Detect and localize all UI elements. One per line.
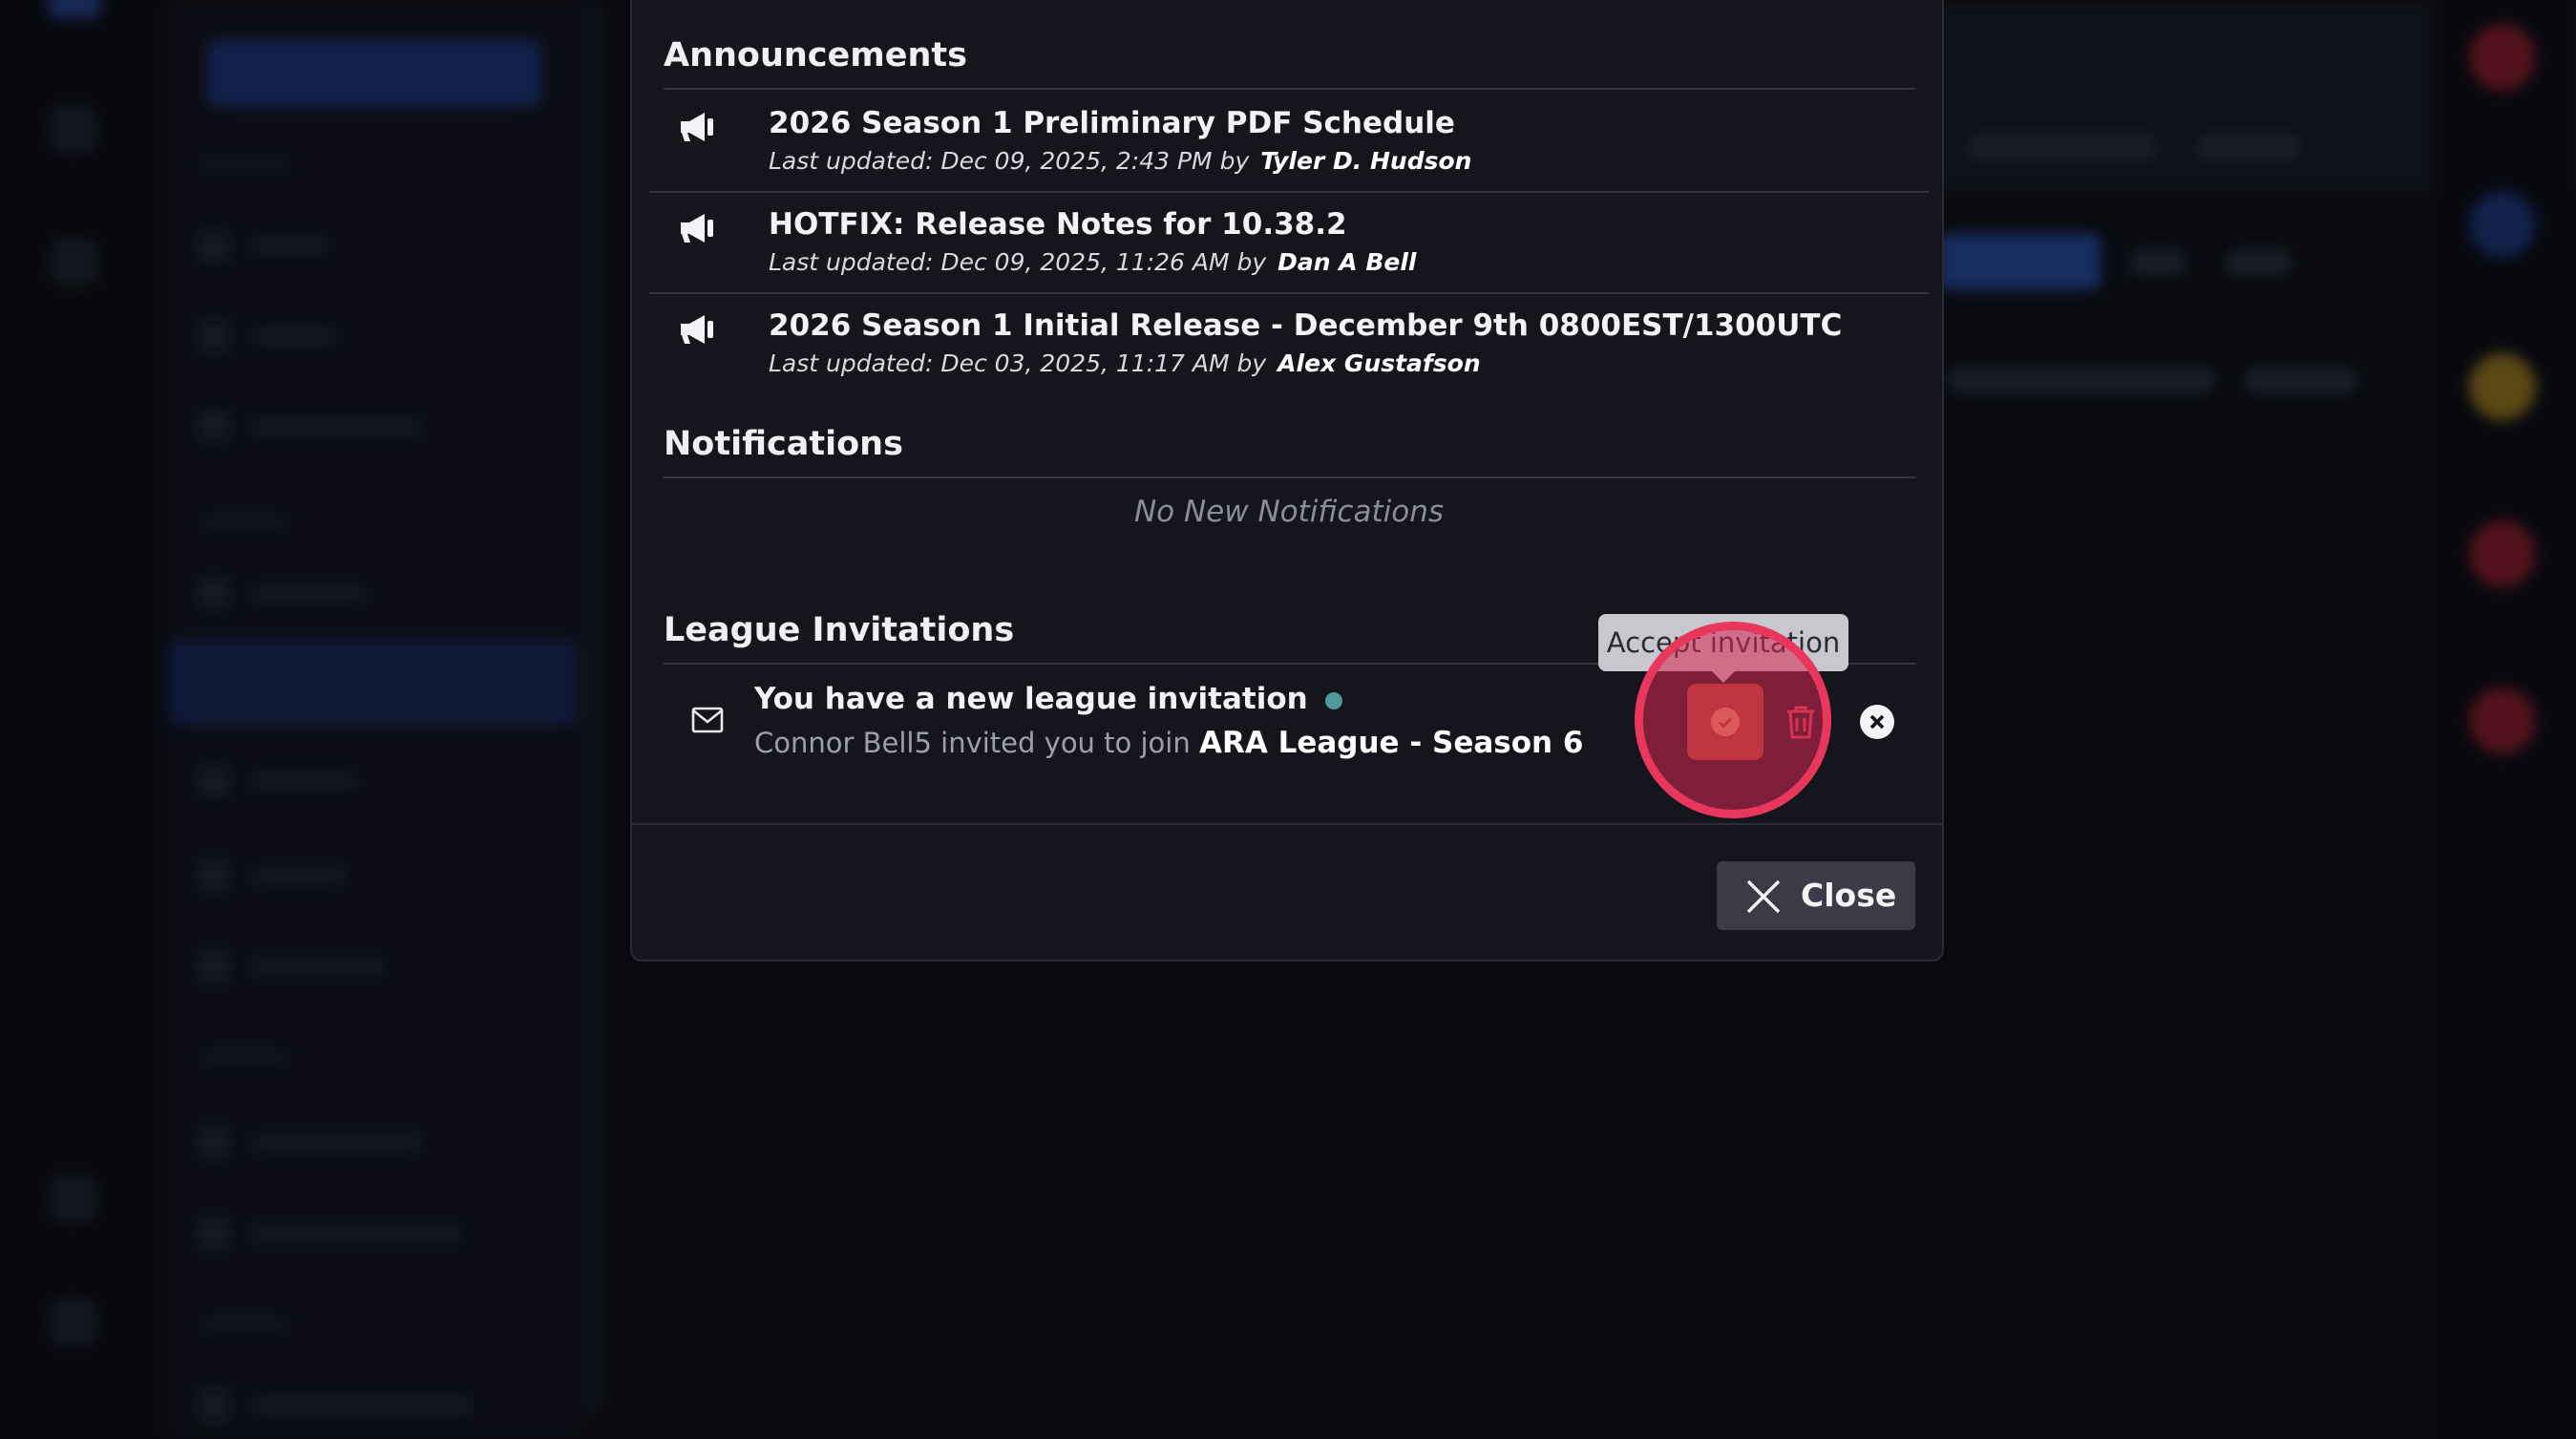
click-highlight — [1635, 622, 1831, 818]
announcement-title[interactable]: HOTFIX: Release Notes for 10.38.2 — [769, 207, 1347, 242]
close-button[interactable]: Close — [1717, 861, 1915, 930]
announcement-author: Dan A Bell — [1277, 248, 1417, 276]
envelope-icon — [691, 707, 724, 733]
unread-indicator — [1324, 691, 1342, 709]
notifications-heading: Notifications — [664, 425, 903, 463]
invitation-subtitle: Connor Bell5 invited you to join ARA Lea… — [754, 726, 1584, 760]
divider — [664, 88, 1916, 90]
announcement-meta: Last updated: Dec 03, 2025, 11:17 AM by A… — [769, 349, 1481, 377]
invitation-title: You have a new league invitation — [754, 682, 1342, 716]
announcement-title[interactable]: 2026 Season 1 Preliminary PDF Schedule — [769, 106, 1455, 140]
league-name: ARA League - Season 6 — [1198, 726, 1584, 760]
notifications-empty-text: No New Notifications — [1133, 495, 1444, 529]
megaphone-icon — [681, 315, 713, 344]
close-circle-icon[interactable] — [1860, 705, 1894, 739]
announcement-item[interactable]: 2026 Season 1 Initial Release - December… — [649, 292, 1929, 393]
close-button-label: Close — [1801, 877, 1897, 914]
announcement-item[interactable]: HOTFIX: Release Notes for 10.38.2 Last u… — [649, 191, 1929, 292]
megaphone-icon — [681, 113, 713, 141]
invitations-heading: League Invitations — [664, 611, 1015, 649]
announcement-list: 2026 Season 1 Preliminary PDF Schedule L… — [649, 92, 1929, 393]
announcements-heading: Announcements — [664, 36, 967, 74]
announcement-title[interactable]: 2026 Season 1 Initial Release - December… — [769, 308, 1842, 343]
megaphone-icon — [681, 214, 713, 243]
close-icon — [1746, 879, 1781, 914]
announcement-author: Alex Gustafson — [1277, 349, 1481, 377]
announcement-item[interactable]: 2026 Season 1 Preliminary PDF Schedule L… — [649, 92, 1929, 191]
divider — [664, 476, 1916, 478]
announcement-meta: Last updated: Dec 09, 2025, 11:26 AM by D… — [769, 248, 1417, 276]
announcement-author: Tyler D. Hudson — [1260, 147, 1472, 175]
announcement-meta: Last updated: Dec 09, 2025, 2:43 PM by Ty… — [769, 147, 1472, 175]
footer-divider — [632, 823, 1942, 825]
